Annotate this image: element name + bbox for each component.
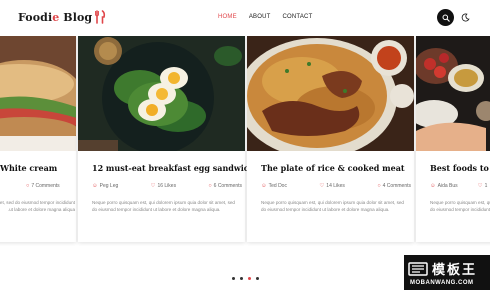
pagination-dot-active[interactable] bbox=[248, 277, 251, 280]
nav-about[interactable]: ABOUT bbox=[249, 14, 271, 20]
pagination-dot[interactable] bbox=[256, 277, 259, 280]
user-icon: ☺ bbox=[92, 183, 98, 189]
watermark-cn: 模板王 bbox=[432, 263, 478, 278]
post-title[interactable]: 12 must-eat breakfast egg sandwiches bbox=[92, 163, 264, 173]
comment-icon: ○ bbox=[208, 183, 212, 189]
post-meta: ○ 7 Comments bbox=[26, 183, 76, 189]
meta-comments[interactable]: ○ 4 Comments bbox=[377, 183, 411, 189]
site-header: Foodie Blog HOME ABOUT CONTACT bbox=[0, 0, 490, 36]
post-excerpt: Neque porro quisquam est, qui dolorem ip… bbox=[261, 200, 404, 212]
fork-knife-icon bbox=[95, 10, 106, 24]
post-card[interactable]: 12 must-eat breakfast egg sandwiches ☺ P… bbox=[78, 36, 264, 242]
post-image-rice-meat[interactable] bbox=[247, 36, 414, 151]
watermark-top: 模板王 bbox=[408, 259, 477, 278]
post-card[interactable]: White cream ○ 7 Comments Neque porro qui… bbox=[0, 36, 76, 242]
post-card[interactable]: Best foods to take ☺ Aida Bus ♡ 1 Neque … bbox=[416, 36, 490, 242]
carousel-pagination bbox=[232, 277, 259, 280]
post-card[interactable]: The plate of rice & cooked meat ☺ Ted Do… bbox=[247, 36, 414, 242]
meta-comments[interactable]: ○ 6 Comments bbox=[208, 183, 242, 189]
logo-text: Foodie Blog bbox=[18, 10, 93, 24]
meta-likes[interactable]: ♡ 16 Likes bbox=[151, 183, 177, 189]
user-icon: ☺ bbox=[430, 183, 436, 189]
post-image-fruits[interactable] bbox=[416, 36, 490, 151]
comment-icon: ○ bbox=[26, 183, 30, 189]
meta-likes[interactable]: ♡ 1 bbox=[478, 183, 488, 189]
main-nav: HOME ABOUT CONTACT bbox=[218, 14, 312, 20]
moon-icon bbox=[461, 13, 470, 22]
post-carousel[interactable]: White cream ○ 7 Comments Neque porro qui… bbox=[0, 36, 490, 246]
search-icon bbox=[442, 14, 450, 22]
nav-contact[interactable]: CONTACT bbox=[282, 14, 312, 20]
meta-comments[interactable]: ○ 7 Comments bbox=[26, 183, 60, 189]
heart-icon: ♡ bbox=[150, 183, 156, 189]
post-title[interactable]: Best foods to take bbox=[430, 163, 490, 173]
meta-author[interactable]: ☺ Peg Leg bbox=[92, 183, 118, 189]
meta-author[interactable]: ☺ Ted Doc bbox=[261, 183, 287, 189]
post-excerpt: Neque porro quisquam est, qui dolorem ip… bbox=[92, 200, 235, 212]
post-excerpt: Neque porro quisquam est, qui dolorem ip… bbox=[0, 200, 75, 212]
search-button[interactable] bbox=[437, 9, 454, 26]
post-meta: ☺ Peg Leg ♡ 16 Likes ○ 6 Comments bbox=[92, 183, 242, 189]
dark-mode-toggle[interactable] bbox=[460, 12, 471, 23]
pagination-dot[interactable] bbox=[240, 277, 243, 280]
watermark-logo-icon bbox=[408, 261, 428, 276]
post-meta: ☺ Ted Doc ♡ 14 Likes ○ 4 Comments bbox=[261, 183, 411, 189]
carousel-track: White cream ○ 7 Comments Neque porro qui… bbox=[0, 36, 490, 246]
comment-icon: ○ bbox=[377, 183, 381, 189]
post-image-sandwich[interactable] bbox=[0, 36, 76, 151]
watermark-en: MOBANWANG.COM bbox=[410, 280, 474, 286]
watermark-badge: 模板王 MOBANWANG.COM bbox=[404, 255, 490, 290]
heart-icon: ♡ bbox=[319, 183, 325, 189]
user-icon: ☺ bbox=[261, 183, 267, 189]
site-logo[interactable]: Foodie Blog bbox=[18, 10, 106, 24]
nav-home[interactable]: HOME bbox=[218, 14, 237, 20]
post-meta: ☺ Aida Bus ♡ 1 bbox=[430, 183, 490, 189]
pagination-dot[interactable] bbox=[232, 277, 235, 280]
post-image-eggs[interactable] bbox=[78, 36, 245, 151]
post-title[interactable]: The plate of rice & cooked meat bbox=[261, 163, 411, 173]
meta-author[interactable]: ☺ Aida Bus bbox=[430, 183, 458, 189]
post-excerpt: Neque porro quisquam est, qui dolorem ip… bbox=[430, 200, 490, 212]
heart-icon: ♡ bbox=[477, 183, 483, 189]
meta-likes[interactable]: ♡ 14 Likes bbox=[319, 183, 345, 189]
